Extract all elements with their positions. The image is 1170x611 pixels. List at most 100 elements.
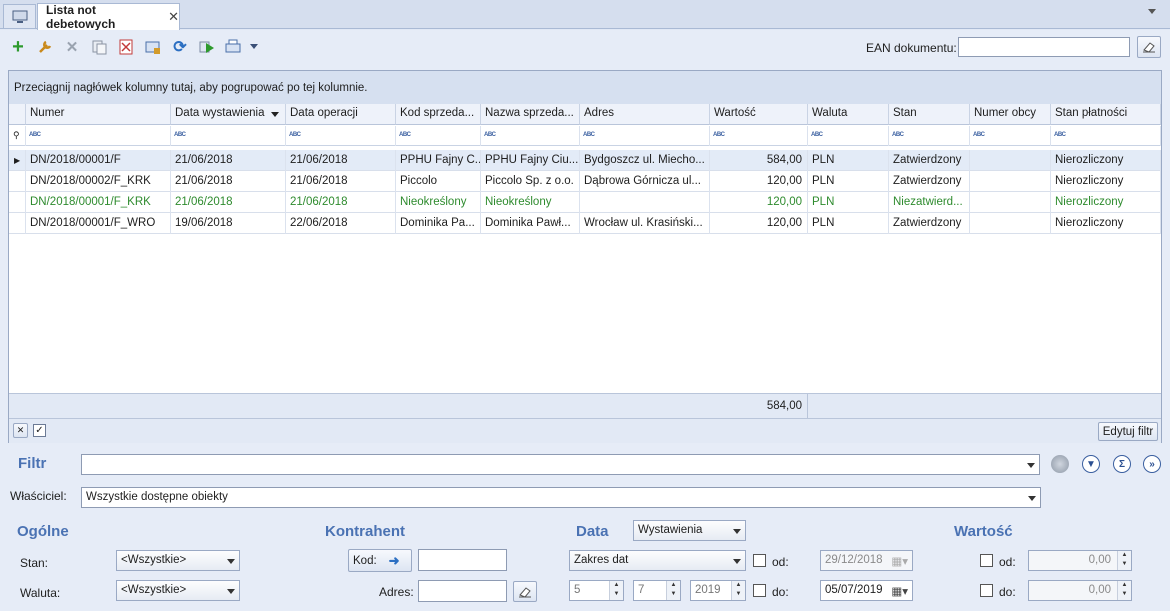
spin-arrows-icon[interactable]: ▲ ▼ [731, 581, 745, 600]
filter-status-bar: ✕ ✓ Edytuj filtr [9, 418, 1161, 443]
column-header-waluta[interactable]: Waluta [808, 104, 889, 125]
spin-day[interactable]: 5 ▲ ▼ [569, 580, 624, 601]
table-row[interactable]: DN/2018/00002/F_KRK 21/06/2018 21/06/2018 P… [9, 171, 1161, 192]
column-header-data-wystawienia[interactable]: Data wystawienia [171, 104, 286, 125]
export-icon[interactable] [144, 38, 162, 56]
column-header-kod[interactable]: Kod sprzeda... [396, 104, 481, 125]
filter-cell[interactable]: ABC [710, 126, 808, 146]
run-icon[interactable] [198, 38, 216, 56]
table-cell: DN/2018/00001/F_KRK [26, 192, 171, 213]
waluta-select[interactable]: <Wszystkie> [116, 580, 240, 601]
filter-cell[interactable]: ABC [889, 126, 970, 146]
value-do-input[interactable]: 0,00 ▲ ▼ [1028, 580, 1132, 601]
clear-filter-icon[interactable]: ✕ [13, 423, 28, 438]
group-by-area[interactable]: Przeciągnij nagłówek kolumny tutaj, aby … [9, 71, 1161, 104]
filter-cell[interactable]: ABC [286, 126, 396, 146]
gear-icon[interactable] [1051, 455, 1069, 473]
edit-filter-button[interactable]: Edytuj filtr [1098, 422, 1158, 441]
date-do-label: do: [772, 585, 789, 599]
date-type-select[interactable]: Wystawienia [633, 520, 746, 541]
expand-icon[interactable]: » [1143, 455, 1161, 473]
date-range-select[interactable]: Zakres dat [569, 550, 746, 571]
column-header-nazwa[interactable]: Nazwa sprzeda... [481, 104, 580, 125]
table-row[interactable]: DN/2018/00001/F_WRO 19/06/2018 22/06/2018 D… [9, 213, 1161, 234]
spin-day-value: 5 [574, 584, 581, 596]
date-od-value: 29/12/2018 [825, 554, 883, 566]
kod-button[interactable]: Kod: ➜ [348, 549, 412, 572]
tab-lista-not-debetowych[interactable]: Lista not debetowych ✕ [37, 3, 180, 31]
add-icon[interactable]: + [9, 36, 27, 58]
wrench-icon[interactable] [36, 38, 54, 56]
column-header-data-operacji[interactable]: Data operacji [286, 104, 396, 125]
spin-month[interactable]: 7 ▲ ▼ [633, 580, 681, 601]
owner-label: Właściciel: [10, 489, 67, 503]
column-header-numer[interactable]: Numer [26, 104, 171, 125]
kod-input[interactable] [418, 549, 507, 571]
print-dropdown-icon[interactable] [250, 44, 258, 49]
spin-arrows-icon[interactable]: ▲ ▼ [1117, 551, 1131, 570]
home-tab[interactable] [3, 4, 36, 28]
table-cell: Dominika Pa... [396, 213, 481, 234]
table-cell: Dąbrowa Górnicza ul... [580, 171, 710, 192]
cancel-document-icon[interactable] [117, 38, 135, 56]
spin-arrows-icon[interactable]: ▲ ▼ [609, 581, 623, 600]
table-cell: Piccolo Sp. z o.o. [481, 171, 580, 192]
stan-select[interactable]: <Wszystkie> [116, 550, 240, 571]
filter-cell[interactable]: ABC [26, 126, 171, 146]
table-cell: Zatwierdzony [889, 150, 970, 171]
spin-year[interactable]: 2019 ▲ ▼ [690, 580, 746, 601]
calendar-icon: ▦▾ [891, 586, 908, 598]
table-row[interactable]: DN/2018/00001/F_KRK 21/06/2018 21/06/2018 N… [9, 192, 1161, 213]
filter-cell[interactable]: ABC [171, 126, 286, 146]
filter-cell[interactable]: ABC [481, 126, 580, 146]
waluta-value: <Wszystkie> [121, 584, 187, 596]
table-cell: DN/2018/00001/F [26, 150, 171, 171]
filter-cell[interactable]: ABC [808, 126, 889, 146]
funnel-icon[interactable]: ▼ [1082, 455, 1100, 473]
column-header-wartosc[interactable]: Wartość [710, 104, 808, 125]
refresh-icon[interactable]: ⟳ [171, 38, 189, 56]
print-icon[interactable] [225, 38, 243, 56]
filter-cell[interactable]: ABC [1051, 126, 1161, 146]
close-icon[interactable]: ✕ [168, 9, 179, 25]
table-cell: Wrocław ul. Krasiński... [580, 213, 710, 234]
table-cell [970, 171, 1051, 192]
table-row[interactable]: ▶ DN/2018/00001/F 21/06/2018 21/06/2018 PPHU… [9, 150, 1161, 171]
table-cell: Nierozliczony [1051, 171, 1161, 192]
date-od-label: od: [772, 555, 789, 569]
column-header-stan-platnosci[interactable]: Stan płatności [1051, 104, 1161, 125]
value-do-checkbox[interactable] [980, 584, 993, 597]
date-od-picker[interactable]: 29/12/2018 ▦▾ [820, 550, 913, 571]
filter-cell[interactable]: ABC [970, 126, 1051, 146]
sigma-icon[interactable]: Σ [1113, 455, 1131, 473]
filter-pin-icon: ⚲ [9, 126, 26, 146]
value-od-checkbox[interactable] [980, 554, 993, 567]
value-od-input[interactable]: 0,00 ▲ ▼ [1028, 550, 1132, 571]
spin-arrows-icon[interactable]: ▲ ▼ [666, 581, 680, 600]
delete-icon[interactable]: ✕ [63, 38, 81, 56]
filter-combo[interactable] [81, 454, 1040, 475]
copy-icon[interactable] [90, 38, 108, 56]
ean-input[interactable] [958, 37, 1130, 57]
abc-icon: ABC [289, 132, 301, 138]
adres-input[interactable] [418, 580, 507, 602]
owner-combo[interactable]: Wszystkie dostępne obiekty [81, 487, 1041, 508]
column-header-stan[interactable]: Stan [889, 104, 970, 125]
filter-cell[interactable]: ABC [396, 126, 481, 146]
table-cell: 584,00 [710, 150, 808, 171]
column-header-adres[interactable]: Adres [580, 104, 710, 125]
tab-menu-icon[interactable] [1148, 9, 1156, 14]
date-do-picker[interactable]: 05/07/2019 ▦▾ [820, 580, 913, 601]
table-cell: Nierozliczony [1051, 192, 1161, 213]
clear-adres-button[interactable] [513, 581, 537, 602]
clear-ean-button[interactable] [1137, 36, 1161, 58]
header-indicator [9, 104, 26, 125]
table-cell: 19/06/2018 [171, 213, 286, 234]
filter-enabled-checkbox[interactable]: ✓ [33, 424, 46, 437]
summary-footer: 584,00 [9, 393, 1161, 418]
spin-arrows-icon[interactable]: ▲ ▼ [1117, 581, 1131, 600]
date-do-checkbox[interactable] [753, 584, 766, 597]
column-header-numer-obcy[interactable]: Numer obcy [970, 104, 1051, 125]
filter-cell[interactable]: ABC [580, 126, 710, 146]
date-od-checkbox[interactable] [753, 554, 766, 567]
